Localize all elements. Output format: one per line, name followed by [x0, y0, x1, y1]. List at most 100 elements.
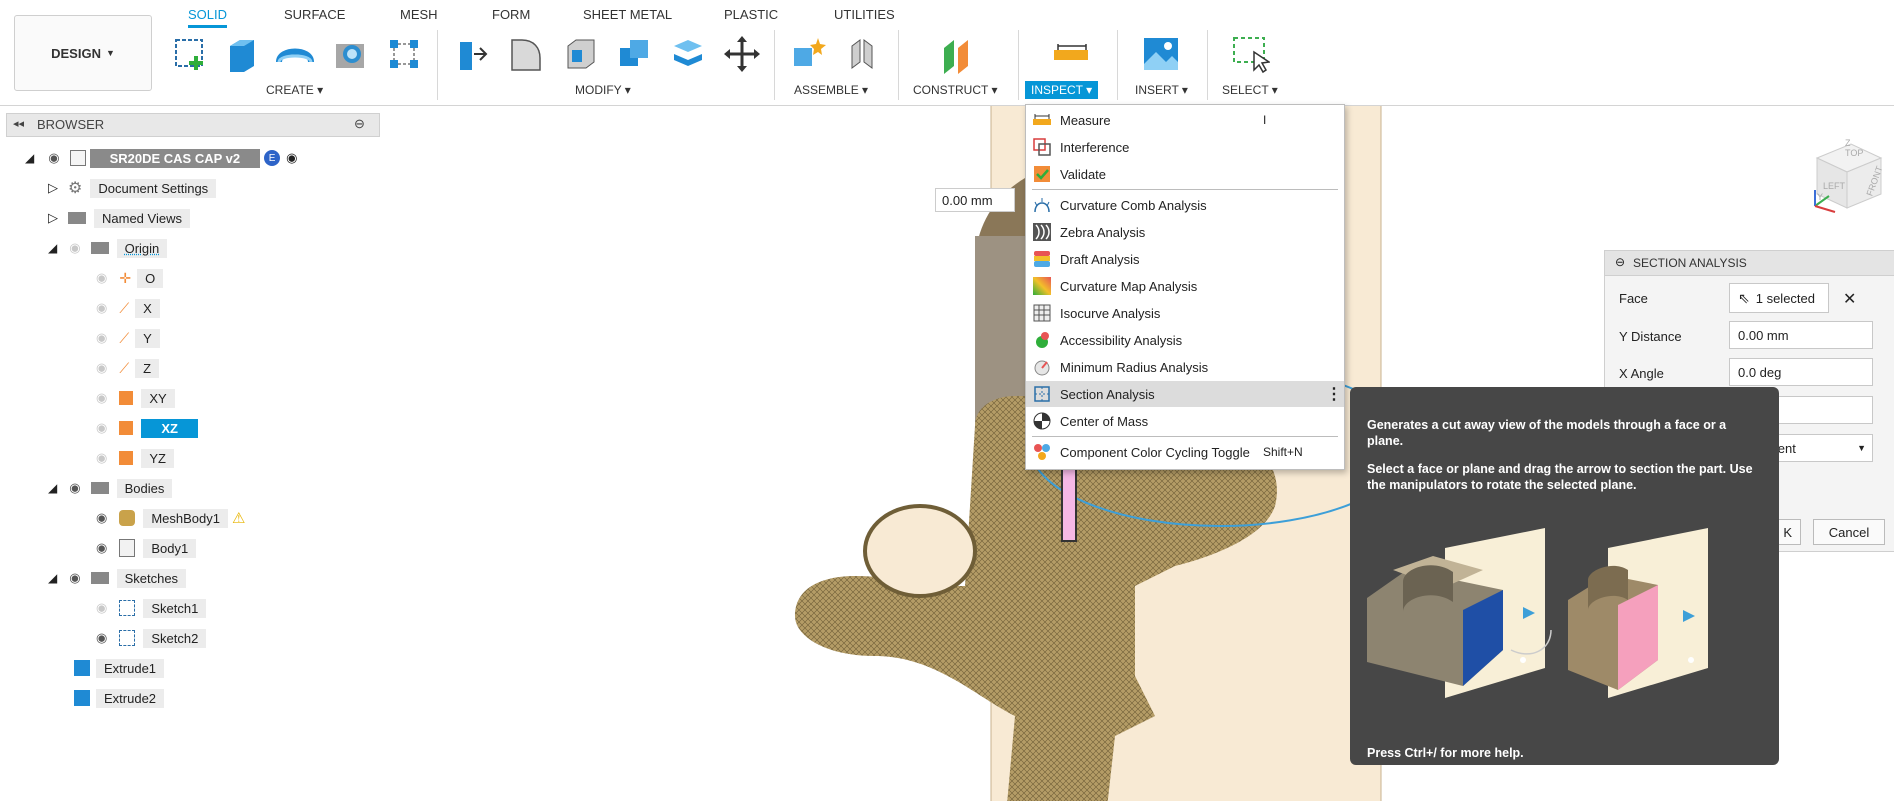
hole-icon[interactable] — [328, 32, 372, 76]
tree-item-xz-plane[interactable]: ◉ XZ — [96, 416, 198, 440]
viewcube[interactable]: LEFT FRONT TOP Y Z — [1805, 134, 1889, 218]
insert-menu[interactable]: INSERT ▾ — [1135, 83, 1188, 97]
pattern-icon[interactable] — [382, 32, 426, 76]
move-icon[interactable] — [720, 32, 764, 76]
eye-icon[interactable]: ◉ — [96, 540, 107, 556]
tree-item-y-axis[interactable]: ◉ ⟋ Y — [96, 326, 160, 350]
tree-item-z-axis[interactable]: ◉ ⟋ Z — [96, 356, 159, 380]
combine-icon[interactable] — [612, 32, 656, 76]
tab-surface[interactable]: SURFACE — [284, 7, 345, 22]
x-angle-input[interactable]: 0.0 deg — [1729, 358, 1873, 386]
menu-item-minimum-radius[interactable]: Minimum Radius Analysis — [1026, 354, 1344, 380]
expand-icon[interactable]: ◢ — [48, 241, 57, 255]
tree-item-body1[interactable]: ◉ Body1 — [96, 536, 196, 560]
eye-hidden-icon[interactable]: ◉ — [96, 270, 107, 286]
offset-plane-icon[interactable] — [936, 32, 980, 76]
eye-hidden-icon[interactable]: ◉ — [96, 300, 107, 316]
eye-hidden-icon[interactable]: ◉ — [96, 330, 107, 346]
create-menu[interactable]: CREATE ▾ — [266, 83, 323, 97]
menu-item-isocurve[interactable]: Isocurve Analysis — [1026, 300, 1344, 326]
tab-form[interactable]: FORM — [492, 7, 530, 22]
tree-item-document-settings[interactable]: ▷ ⚙ Document Settings — [48, 176, 216, 200]
select-box-icon[interactable] — [1228, 32, 1272, 76]
browser-minimize-icon[interactable]: ⊖ — [354, 116, 365, 132]
construct-menu[interactable]: CONSTRUCT ▾ — [913, 83, 997, 97]
modify-menu[interactable]: MODIFY ▾ — [575, 83, 631, 97]
extrude-icon[interactable] — [220, 32, 264, 76]
warning-icon[interactable]: ⚠ — [232, 509, 245, 527]
tree-item-x-axis[interactable]: ◉ ⟋ X — [96, 296, 160, 320]
caret-down-icon: ▼ — [1857, 443, 1866, 453]
cancel-button[interactable]: Cancel — [1813, 519, 1885, 545]
eye-hidden-icon[interactable]: ◉ — [96, 360, 107, 376]
expand-icon[interactable]: ◢ — [48, 571, 57, 585]
more-options-icon[interactable]: ⋮ — [1326, 384, 1342, 404]
eye-hidden-icon[interactable]: ◉ — [96, 600, 107, 616]
menu-item-color-cycling[interactable]: Component Color Cycling Toggle Shift+N — [1026, 439, 1344, 465]
menu-item-zebra[interactable]: Zebra Analysis — [1026, 219, 1344, 245]
menu-item-draft[interactable]: Draft Analysis — [1026, 246, 1344, 272]
y-distance-input[interactable]: 0.00 mm — [1729, 321, 1873, 349]
eye-icon[interactable]: ◉ — [96, 630, 107, 646]
fillet-icon[interactable] — [504, 32, 548, 76]
create-sketch-icon[interactable] — [168, 32, 212, 76]
eye-hidden-icon[interactable]: ◉ — [69, 240, 80, 256]
tree-root[interactable]: ◢ ◉ SR20DE CAS CAP v2 E ◉ — [25, 146, 297, 170]
tree-item-origin[interactable]: ◢ ◉ Origin — [48, 236, 167, 260]
tree-item-yz-plane[interactable]: ◉ YZ — [96, 446, 174, 470]
expand-icon[interactable]: ◢ — [48, 481, 57, 495]
menu-item-interference[interactable]: Interference — [1026, 134, 1344, 160]
eye-icon[interactable]: ◉ — [69, 480, 80, 496]
select-menu[interactable]: SELECT ▾ — [1222, 83, 1278, 97]
eye-hidden-icon[interactable]: ◉ — [96, 420, 107, 436]
activate-radio-icon[interactable]: ◉ — [286, 150, 297, 166]
collapse-panel-icon[interactable]: ◂◂ — [13, 117, 24, 130]
tab-utilities[interactable]: UTILITIES — [834, 7, 895, 22]
tree-item-named-views[interactable]: ▷ Named Views — [48, 206, 190, 230]
expand-icon[interactable]: ▷ — [48, 210, 58, 226]
section-analysis-icon — [1032, 385, 1052, 403]
new-component-icon[interactable] — [786, 32, 830, 76]
tree-item-extrude2[interactable]: Extrude2 — [74, 686, 164, 710]
collapse-icon[interactable]: ⊖ — [1615, 255, 1625, 269]
tab-plastic[interactable]: PLASTIC — [724, 7, 778, 22]
inspect-menu-button[interactable]: INSPECT ▾ — [1025, 81, 1098, 99]
clear-selection-icon[interactable]: ✕ — [1843, 289, 1856, 309]
revolve-icon[interactable] — [273, 32, 317, 76]
press-pull-icon[interactable] — [450, 32, 494, 76]
distance-input[interactable]: 0.00 mm — [935, 188, 1015, 212]
assemble-menu[interactable]: ASSEMBLE ▾ — [794, 83, 868, 97]
tree-item-origin-point[interactable]: ◉ ✛ O — [96, 266, 163, 290]
tree-item-meshbody1[interactable]: ◉ MeshBody1 ⚠ — [96, 506, 245, 530]
menu-item-curvature-comb[interactable]: Curvature Comb Analysis — [1026, 192, 1344, 218]
menu-item-center-of-mass[interactable]: Center of Mass — [1026, 408, 1344, 434]
insert-image-icon[interactable] — [1138, 32, 1182, 76]
menu-item-section-analysis[interactable]: Section Analysis ⋮ — [1026, 381, 1344, 407]
tree-item-extrude1[interactable]: Extrude1 — [74, 656, 164, 680]
tree-item-xy-plane[interactable]: ◉ XY — [96, 386, 175, 410]
tree-item-sketches[interactable]: ◢ ◉ Sketches — [48, 566, 186, 590]
tab-mesh[interactable]: MESH — [400, 7, 438, 22]
expand-icon[interactable]: ◢ — [25, 151, 34, 165]
tree-item-sketch1[interactable]: ◉ Sketch1 — [96, 596, 206, 620]
joint-icon[interactable] — [840, 32, 884, 76]
tab-solid[interactable]: SOLID — [188, 7, 227, 28]
face-selector[interactable]: ⇖ 1 selected — [1729, 283, 1829, 313]
menu-item-accessibility[interactable]: Accessibility Analysis — [1026, 327, 1344, 353]
shell-icon[interactable] — [558, 32, 602, 76]
design-workspace-button[interactable]: DESIGN ▼ — [14, 15, 152, 91]
expand-icon[interactable]: ▷ — [48, 180, 58, 196]
menu-item-measure[interactable]: Measure I — [1026, 107, 1344, 133]
menu-item-validate[interactable]: Validate — [1026, 161, 1344, 187]
eye-icon[interactable]: ◉ — [48, 150, 59, 166]
split-body-icon[interactable] — [666, 32, 710, 76]
menu-item-curvature-map[interactable]: Curvature Map Analysis — [1026, 273, 1344, 299]
measure-icon[interactable] — [1048, 32, 1092, 76]
eye-icon[interactable]: ◉ — [69, 570, 80, 586]
tab-sheet-metal[interactable]: SHEET METAL — [583, 7, 672, 22]
eye-hidden-icon[interactable]: ◉ — [96, 390, 107, 406]
eye-icon[interactable]: ◉ — [96, 510, 107, 526]
tree-item-bodies[interactable]: ◢ ◉ Bodies — [48, 476, 172, 500]
eye-hidden-icon[interactable]: ◉ — [96, 450, 107, 466]
tree-item-sketch2[interactable]: ◉ Sketch2 — [96, 626, 206, 650]
